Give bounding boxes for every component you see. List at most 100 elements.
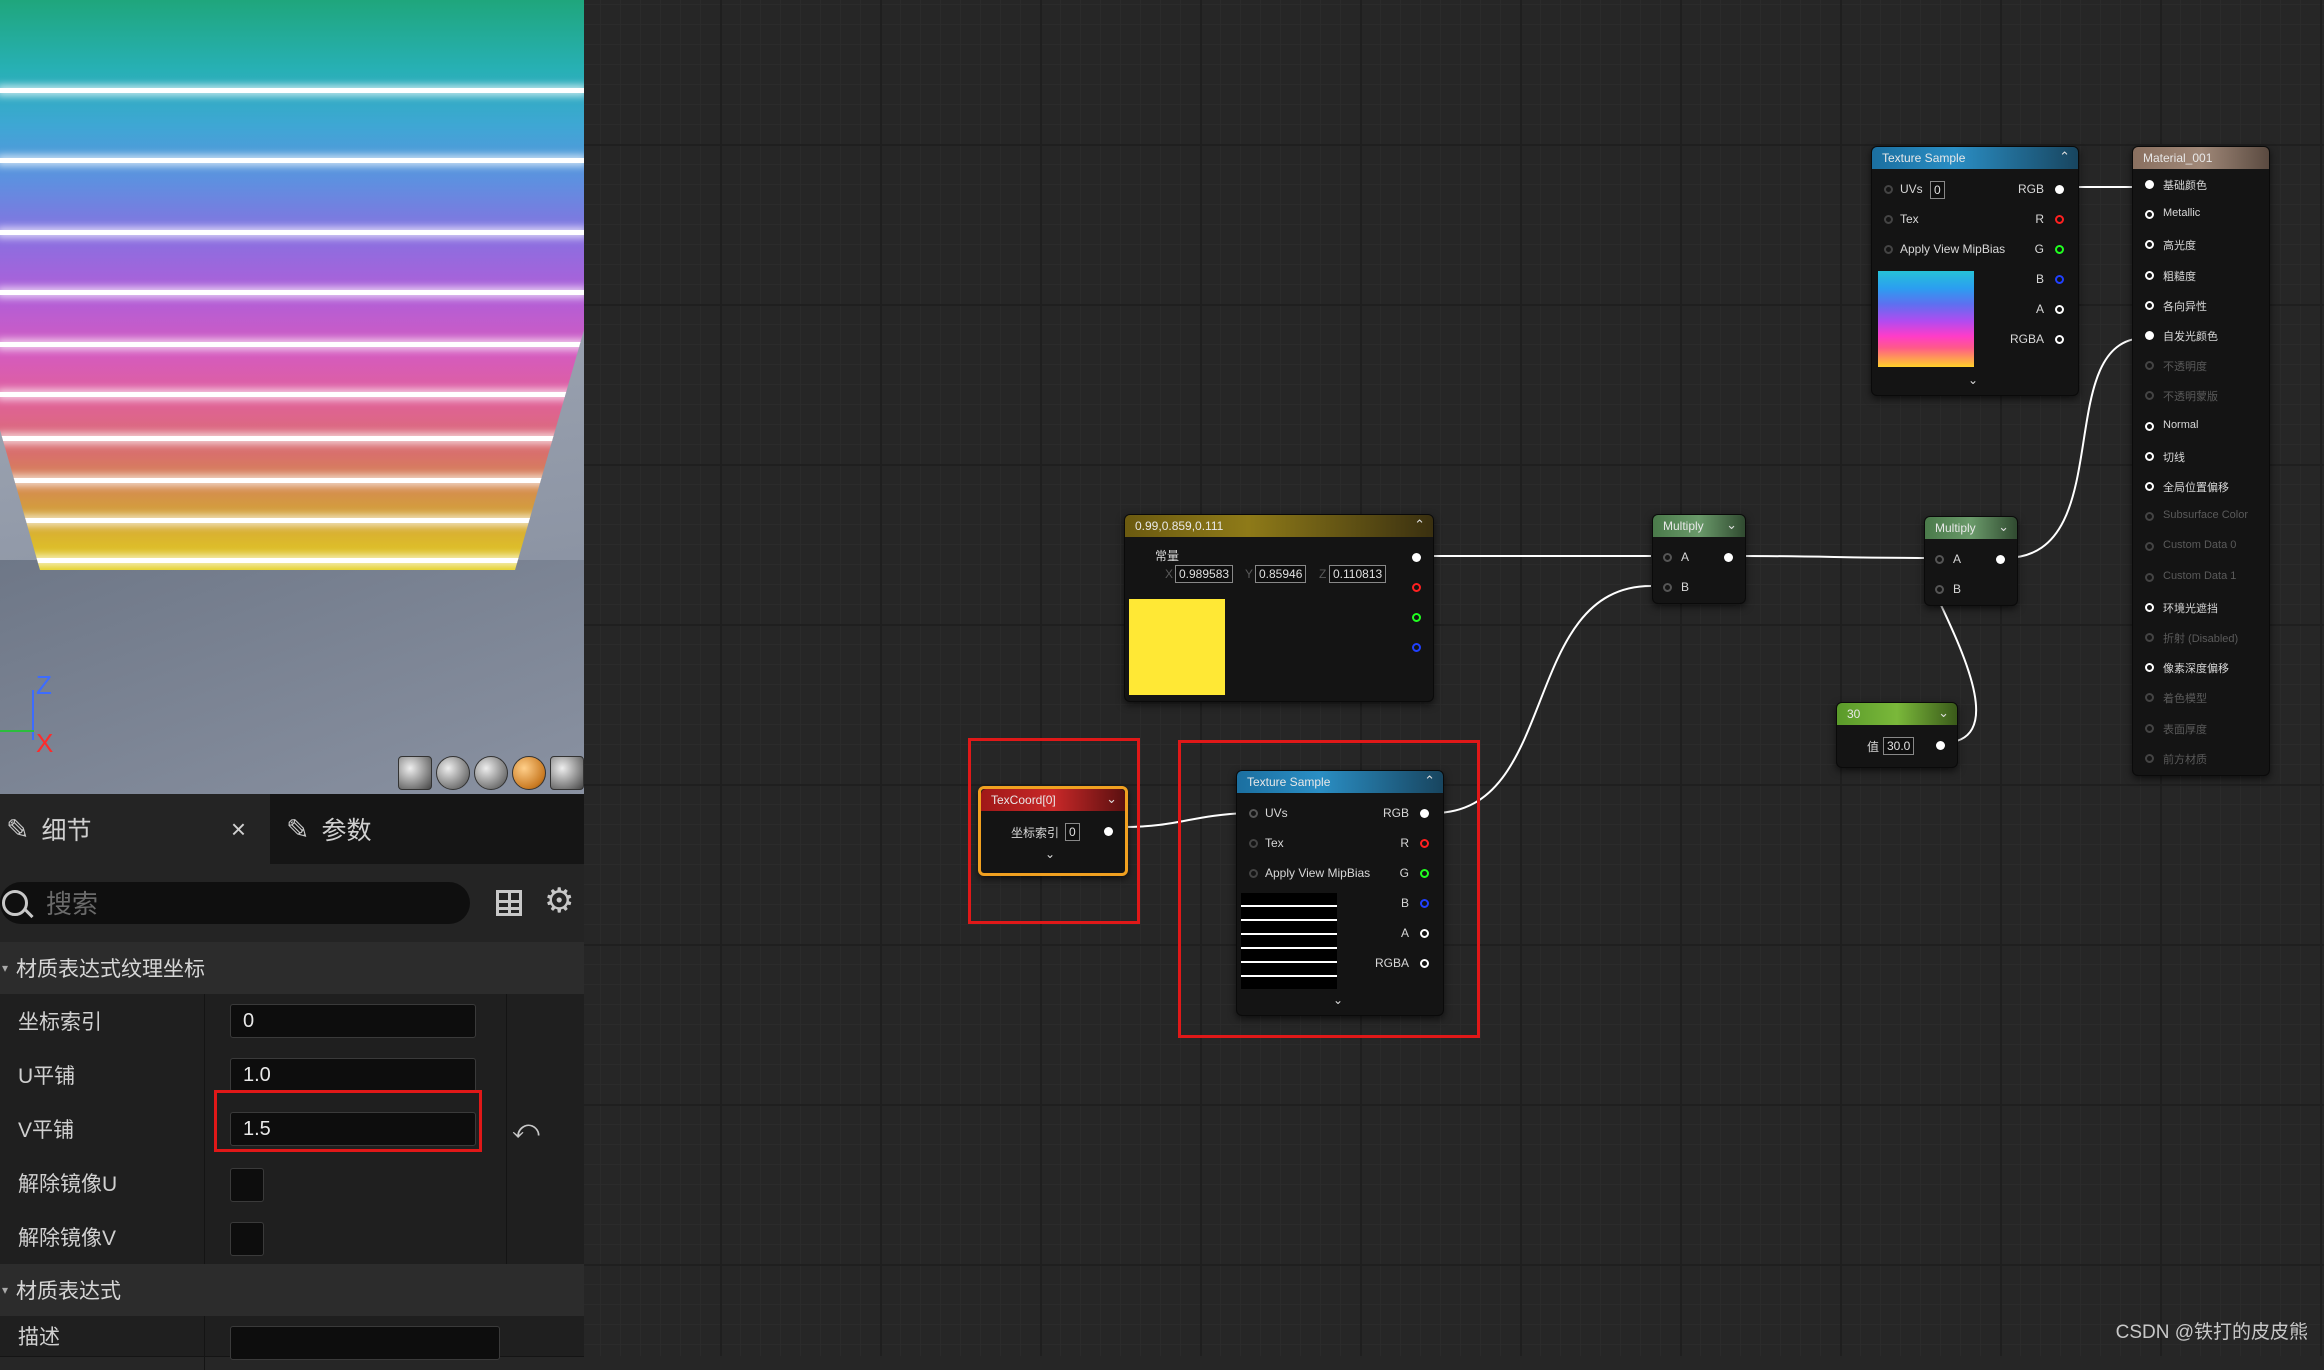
rgba-output-pin[interactable] [2055,335,2064,344]
b-input-pin[interactable] [1663,583,1672,592]
node-header[interactable]: Material_001 [2133,147,2269,169]
preview-stripe [0,392,584,397]
tex-input-pin[interactable] [1884,215,1893,224]
material-input-pin[interactable] [2145,512,2154,522]
cylinder-preview-icon[interactable] [398,756,432,790]
cube-preview-icon[interactable] [512,756,546,790]
material-input-pin[interactable] [2145,361,2154,371]
material-input-pin[interactable] [2145,572,2154,582]
material-preview-viewport[interactable]: Z X [0,0,584,794]
material-input-pin[interactable] [2145,391,2154,401]
material-input-pin[interactable] [2145,331,2154,340]
material-input-pin[interactable] [2145,602,2154,612]
node-texture-sample-top[interactable]: Texture Sample ⌃ UVs 0 Tex Apply View Mi… [1871,146,2079,396]
close-icon[interactable]: × [231,814,246,845]
dropdown-icon[interactable]: ⌄ [1938,705,1949,721]
material-input-pin[interactable] [2145,723,2154,733]
collapse-icon[interactable]: ⌃ [2059,149,2070,165]
column-divider [204,1316,205,1370]
expand-icon[interactable]: ⌄ [1968,373,1978,387]
material-input-pin[interactable] [2145,240,2154,250]
node-header[interactable]: 30 ⌄ [1837,703,1957,725]
node-header[interactable]: Texture Sample ⌃ [1872,147,2078,169]
material-input-pin[interactable] [2145,300,2154,310]
pin-label: Tex [1900,212,1919,226]
material-input-pin[interactable] [2145,693,2154,703]
material-input-pin[interactable] [2145,180,2154,189]
node-header[interactable]: 0.99,0.859,0.111 ⌃ [1125,515,1433,537]
z-value-box[interactable]: 0.110813 [1329,565,1387,583]
material-input-pin[interactable] [2145,663,2154,673]
node-header[interactable]: Multiply ⌄ [1653,515,1745,537]
x-value-box[interactable]: 0.989583 [1175,565,1234,583]
column-divider [204,1048,205,1102]
material-input-pin[interactable] [2145,421,2154,431]
r-output-pin[interactable] [2055,215,2064,224]
preview-mesh [0,0,584,570]
material-pin-label: Custom Data 0 [2163,539,2237,552]
output-pin[interactable] [1936,741,1945,750]
material-input-pin[interactable] [2145,270,2154,280]
b-output-pin[interactable] [2055,275,2064,284]
pin-label: G [2034,242,2044,256]
a-input-pin[interactable] [1663,553,1672,562]
rgb-output-pin[interactable] [2055,185,2064,194]
reset-to-default-icon[interactable]: ⤺ [512,1114,540,1146]
dropdown-icon[interactable]: ⌄ [1998,519,2009,535]
material-pin-label: 全局位置偏移 [2163,482,2229,494]
b-output-pin[interactable] [1412,643,1421,652]
a-input-pin[interactable] [1935,555,1944,564]
r-output-pin[interactable] [1412,583,1421,592]
output-pin[interactable] [1724,553,1733,562]
material-input-pin[interactable] [2145,633,2154,642]
preview-stripe [0,230,584,235]
collapse-icon[interactable]: ⌃ [1414,517,1425,533]
constant-label: 常量 [1155,549,1180,563]
node-header[interactable]: Multiply ⌄ [1925,517,2017,539]
y-value-box[interactable]: 0.85946 [1255,565,1307,583]
material-input-pin[interactable] [2145,542,2154,552]
node-constant3[interactable]: 0.99,0.859,0.111 ⌃ 常量 X 0.989583 Y 0.859… [1124,514,1434,702]
description-input[interactable] [230,1326,500,1360]
mipbias-input-pin[interactable] [1884,245,1893,254]
g-output-pin[interactable] [2055,245,2064,254]
material-input-pin[interactable] [2145,451,2154,461]
table-view-icon[interactable] [496,890,522,916]
property-label: 描述 [18,1326,60,1349]
dropdown-icon[interactable]: ⌄ [1726,517,1737,533]
node-title: Multiply [1663,519,1704,533]
output-pin[interactable] [1996,555,2005,564]
section-texcoord[interactable]: ▾ 材质表达式纹理坐标 [0,942,584,994]
details-panel: ✎ 细节 × ✎ 参数 ⚙ ▾ 材质表达式纹理坐标 坐标索引 U平铺 V平铺 [0,794,584,1370]
tab-details[interactable]: ✎ 细节 × [0,794,270,864]
node-material-output[interactable]: Material_001 基础颜色 Metallic 高光度 粗糙度 各向异性 自发光颜色… [2132,146,2270,776]
teapot-preview-icon[interactable] [550,756,584,790]
material-input-pin[interactable] [2145,210,2154,220]
material-input-pin[interactable] [2145,482,2154,491]
unmirror-v-checkbox[interactable] [230,1222,264,1256]
material-pin-label: 切线 [2163,451,2185,464]
uv-index-box[interactable]: 0 [1930,181,1945,199]
a-output-pin[interactable] [2055,305,2064,314]
column-divider [506,1048,507,1102]
rgb-output-pin[interactable] [1412,553,1421,562]
g-output-pin[interactable] [1412,613,1421,622]
node-multiply-2[interactable]: Multiply ⌄ A B [1924,516,2018,606]
coordinate-index-input[interactable] [230,1004,476,1038]
b-input-pin[interactable] [1935,585,1944,594]
material-input-pin[interactable] [2145,753,2154,763]
sphere-preview-icon[interactable] [436,756,470,790]
plane-preview-icon[interactable] [474,756,508,790]
uvs-input-pin[interactable] [1884,185,1893,194]
u-tiling-input[interactable] [230,1058,476,1092]
node-multiply-1[interactable]: Multiply ⌄ A B [1652,514,1746,604]
gear-icon[interactable]: ⚙ [544,884,574,918]
tab-parameters[interactable]: ✎ 参数 [280,794,580,864]
scalar-value-box[interactable]: 30.0 [1883,737,1915,755]
pin-label: A [1953,552,1962,566]
pencil-edit-icon: ✎ [286,813,310,845]
section-material-expression[interactable]: ▾ 材质表达式 [0,1264,584,1316]
search-input[interactable] [44,886,448,922]
unmirror-u-checkbox[interactable] [230,1168,264,1202]
node-scalar[interactable]: 30 ⌄ 值 30.0 [1836,702,1958,768]
